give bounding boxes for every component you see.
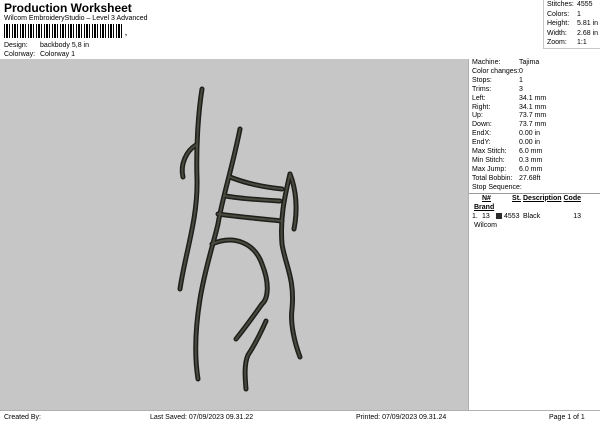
detail-row: Up: 73.7 mm xyxy=(469,112,600,121)
stop-index: 1. xyxy=(472,212,478,220)
height-row: Height: 5.81 in xyxy=(544,19,600,29)
detail-value: 73.7 mm xyxy=(519,112,547,120)
detail-row: Down: 73.7 mm xyxy=(469,121,600,130)
design-label: Design: xyxy=(4,42,28,49)
detail-row: EndY: 0.00 in xyxy=(469,139,600,148)
design-value: backbody 5,8 in xyxy=(39,42,89,49)
detail-value: 27.68ft xyxy=(519,174,541,182)
detail-label: Color changes: xyxy=(472,67,520,75)
height-value: 5.81 in xyxy=(577,20,599,27)
page-number: Page 1 of 1 xyxy=(549,414,585,421)
detail-row: Color changes:0 xyxy=(469,68,600,77)
detail-value: 0.00 in xyxy=(519,130,541,138)
width-label: Width: xyxy=(547,29,567,37)
design-row: Design: backbody 5,8 in xyxy=(4,41,89,50)
detail-label: Down: xyxy=(472,121,492,129)
stop-description: Black xyxy=(523,212,541,220)
detail-label: Up: xyxy=(472,112,483,120)
stop-sequence-header: N# St. Description Code Brand xyxy=(469,194,600,212)
colors-value: 1 xyxy=(577,10,581,18)
detail-row: Max Stitch: 6.0 mm xyxy=(469,148,600,157)
color-swatch xyxy=(496,212,502,219)
stop-brand: Wilcom xyxy=(474,221,497,229)
detail-label: Left: xyxy=(472,94,486,102)
detail-value: 0.3 mm xyxy=(519,156,543,164)
detail-row: Stops: 1 xyxy=(469,77,600,86)
detail-label: Right: xyxy=(472,103,491,111)
header-code: Code xyxy=(563,194,582,202)
stop-code: 13 xyxy=(573,212,581,220)
detail-label: EndY: xyxy=(472,139,491,147)
software-subtitle: Wilcom EmbroideryStudio – Level 3 Advanc… xyxy=(4,15,148,22)
detail-label: Total Bobbin: xyxy=(472,174,513,182)
detail-label: Max Jump: xyxy=(472,165,507,173)
detail-value: 6.0 mm xyxy=(519,165,543,173)
detail-label: Max Stitch: xyxy=(472,148,507,156)
colorway-value: Colorway 1 xyxy=(39,51,75,58)
detail-label: Stops: xyxy=(472,76,492,84)
width-value: 2.68 in xyxy=(577,29,599,37)
colors-label: Colors: xyxy=(547,10,570,18)
footer: Created By: Last Saved: 07/09/2023 09.31… xyxy=(0,410,600,425)
detail-label: EndX: xyxy=(472,130,492,138)
barcode-mark: , xyxy=(125,30,127,37)
summary-box: Stitches: 4555 Colors: 1 Height: 5.81 in Wi… xyxy=(543,0,600,49)
stop-stitches: 4553 xyxy=(496,212,521,221)
detail-label: Min Stitch: xyxy=(472,156,505,164)
stop-n: 13 xyxy=(482,212,490,220)
colorway-label: Colorway: xyxy=(4,51,36,58)
created-by: Created By: xyxy=(4,414,41,421)
detail-row: EndX: 0.00 in xyxy=(469,130,600,139)
printed: Printed: 07/09/2023 09.31.24 xyxy=(356,414,447,421)
page-title: Production Worksheet xyxy=(4,1,132,15)
detail-value: 34.1 mm xyxy=(519,94,547,102)
header-brand: Brand xyxy=(474,203,495,211)
stitches-value: 4555 xyxy=(577,1,593,8)
detail-value: 34.1 mm xyxy=(519,103,547,111)
detail-value: Tajima xyxy=(519,59,540,66)
width-row: Width: 2.68 in xyxy=(544,29,600,39)
zoom-label: Zoom: xyxy=(547,39,567,46)
detail-label: Trims: xyxy=(472,85,492,93)
detail-value: 1 xyxy=(519,76,523,84)
detail-row: Left: 34.1 mm xyxy=(469,95,600,104)
detail-label: Machine: xyxy=(472,59,501,66)
stop-sequence-title: Stop Sequence: xyxy=(469,184,600,194)
detail-value: 6.0 mm xyxy=(519,148,543,156)
detail-row: Max Jump: 6.0 mm xyxy=(469,166,600,175)
detail-value: 3 xyxy=(519,85,523,93)
stitches-label: Stitches: xyxy=(547,1,574,8)
header-description: Description xyxy=(523,194,562,202)
stitches-row: Stitches: 4555 xyxy=(544,0,600,10)
colors-row: Colors: 1 xyxy=(544,10,600,20)
details-list: Machine: Tajima Color changes:0 Stops: 1 Trim… xyxy=(469,59,600,184)
last-saved: Last Saved: 07/09/2023 09.31.22 xyxy=(150,414,254,421)
zoom-value: 1:1 xyxy=(577,39,587,46)
stop-row: 1. 13 4553 Black 13Wilcom xyxy=(469,212,600,230)
detail-row: Machine: Tajima xyxy=(469,59,600,68)
design-preview xyxy=(0,59,468,410)
embroidery-design-drawing xyxy=(177,86,303,392)
detail-row: Trims: 3 xyxy=(469,86,600,95)
detail-value: 0.00 in xyxy=(519,139,541,147)
barcode xyxy=(4,24,124,38)
details-panel: Machine: Tajima Color changes:0 Stops: 1 Trim… xyxy=(468,59,600,410)
detail-row: Right: 34.1 mm xyxy=(469,104,600,113)
detail-row: Min Stitch: 0.3 mm xyxy=(469,157,600,166)
detail-row: Total Bobbin: 27.68ft xyxy=(469,175,600,184)
header-n: N# xyxy=(482,194,491,202)
detail-value: 73.7 mm xyxy=(519,121,547,129)
detail-value: 0 xyxy=(519,67,523,75)
height-label: Height: xyxy=(547,20,570,27)
zoom-row: Zoom: 1:1 xyxy=(544,38,600,48)
header-st: St. xyxy=(512,194,521,202)
colorway-row: Colorway: Colorway 1 xyxy=(4,50,75,59)
